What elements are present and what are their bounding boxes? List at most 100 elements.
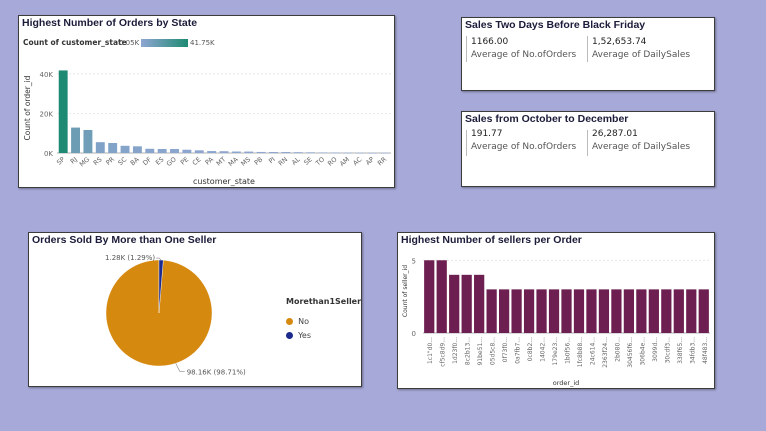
sellers-x-tick-label: 1d23f0...: [452, 337, 459, 364]
state-bar: [244, 151, 254, 153]
sellers-x-tick-label: 30456f6...: [627, 337, 634, 368]
state-bar: [83, 129, 93, 153]
sellers-x-tick-label: 48f483...: [702, 337, 709, 364]
state-x-tick-label: AL: [290, 155, 302, 167]
state-bar: [256, 151, 266, 153]
pie-data-label-no: 98.16K (98.71%): [187, 368, 246, 376]
state-bar: [170, 149, 179, 153]
state-x-tick-label: CE: [191, 155, 203, 167]
state-x-tick-label: PA: [204, 155, 216, 167]
sellers-x-tick-label: 24c614...: [589, 337, 596, 365]
sellers-x-tick-label: 14042...: [540, 337, 547, 362]
state-y-tick-label: 0K: [44, 150, 53, 158]
sellers-bar: [611, 289, 622, 333]
state-x-tick-label: DF: [141, 155, 153, 167]
pie-legend-title: Morethan1Seller: [286, 297, 362, 306]
sellers-y-tick-label: 0: [412, 330, 416, 338]
state-x-tick-label: BA: [129, 155, 141, 167]
oct-dec-divider: [466, 130, 467, 156]
sellers-bar: [573, 289, 585, 333]
sellers-bar: [511, 289, 522, 333]
sellers-bar: [523, 289, 535, 333]
sellers-y-axis-title: Count of seller_id: [402, 265, 409, 317]
state-bar: [343, 152, 353, 154]
sellers-bar: [436, 260, 447, 333]
sellers-bar: [648, 289, 659, 333]
black-friday-divider-2: [587, 36, 588, 62]
sellers-bar: [461, 274, 472, 333]
sellers-bar: [498, 289, 510, 333]
state-bar: [182, 149, 192, 153]
state-x-tick-label: TO: [313, 155, 326, 168]
state-x-tick-label: SP: [55, 155, 66, 166]
sellers-bar: [424, 260, 435, 333]
orders-by-state-tile[interactable]: Highest Number of Orders by State Count …: [18, 15, 395, 188]
black-friday-orders-value: 1166.00: [471, 37, 509, 47]
state-x-tick-label: SC: [117, 155, 129, 167]
sellers-bar: [561, 289, 572, 333]
state-bar: [120, 145, 130, 153]
state-x-tick-label: GO: [165, 155, 178, 168]
sellers-x-tick-label: 8c2b13...: [465, 337, 472, 365]
state-bar: [330, 152, 340, 154]
sellers-x-tick-label: 0c8b2...: [527, 337, 534, 361]
state-x-tick-label: RO: [326, 155, 339, 167]
multi-seller-pie-chart[interactable]: 98.16K (98.71%) 1.28K (1.29%): [29, 233, 363, 388]
black-friday-orders-label: Average of No.ofOrders: [471, 50, 577, 60]
state-bar: [108, 143, 118, 153]
state-x-tick-label: ES: [154, 155, 165, 166]
sellers-x-tick-label: 0f73f0...: [502, 337, 509, 362]
oct-dec-title: Sales from October to December: [465, 113, 629, 125]
sellers-bar: [449, 274, 460, 333]
sellers-x-tick-label: 1c1"d0...: [427, 337, 434, 364]
state-bar: [207, 151, 217, 153]
sellers-bar: [548, 289, 560, 333]
sellers-bar: [536, 289, 547, 333]
pie-legend-yes-item[interactable]: Yes: [286, 325, 311, 340]
sellers-x-tick-label: 30cdf3...: [664, 337, 671, 363]
multi-seller-pie-tile[interactable]: Orders Sold By More than One Seller 98.1…: [28, 232, 362, 387]
sellers-bar: [686, 289, 697, 333]
sellers-x-tick-label: 1b0f56...: [565, 337, 572, 364]
state-bar: [269, 152, 278, 153]
state-bar: [318, 152, 328, 154]
sellers-bar: [698, 289, 709, 333]
pie-legend-no-item[interactable]: No: [286, 311, 309, 326]
state-bar: [132, 146, 142, 153]
pie-legend-yes-label: Yes: [298, 331, 312, 340]
black-friday-divider: [466, 36, 467, 62]
state-bar: [157, 148, 167, 153]
sellers-x-tick-label: 306b4e...: [639, 337, 646, 366]
sellers-x-tick-label: 338f65...: [677, 337, 684, 364]
state-x-tick-label: MS: [239, 155, 252, 167]
oct-dec-divider-2: [587, 130, 588, 156]
state-x-tick-label: RN: [277, 155, 289, 167]
state-x-tick-label: AC: [351, 155, 363, 167]
state-bar: [231, 151, 241, 153]
state-x-tick-label: PB: [253, 155, 265, 167]
state-x-tick-label: AM: [338, 155, 351, 168]
oct-dec-sales-label: Average of DailySales: [592, 142, 691, 152]
sellers-x-tick-label: 1fc8b88...: [577, 337, 584, 367]
sellers-x-tick-label: 2b080...: [614, 337, 621, 362]
orders-by-state-chart[interactable]: 0K20K40KSP RJ MG RS PR SC BA DF ES GO PE CE PA MT MA MS…: [19, 16, 396, 189]
oct-dec-card[interactable]: Sales from October to December 191.77 Av…: [461, 111, 715, 187]
state-x-tick-label: PR: [104, 155, 116, 167]
black-friday-sales-value: 1,52,653.74: [592, 37, 647, 47]
black-friday-card[interactable]: Sales Two Days Before Black Friday 1166.…: [461, 17, 715, 91]
pie-legend-yes-dot: [286, 332, 293, 339]
sellers-per-order-tile[interactable]: Highest Number of sellers per Order 0 5 1c…: [397, 232, 715, 389]
sellers-x-tick-label: 34fdb3...: [689, 337, 696, 364]
state-x-tick-label: MT: [215, 155, 228, 167]
state-x-tick-label: PE: [179, 155, 190, 166]
sellers-x-axis-title: order_id: [553, 379, 580, 387]
sellers-x-tick-label: 3099d...: [652, 337, 659, 362]
state-bar: [145, 148, 155, 153]
sellers-x-tick-label: 05d5c8...: [490, 337, 497, 365]
oct-dec-orders-label: Average of No.ofOrders: [471, 142, 577, 152]
state-bar: [95, 142, 105, 153]
sellers-per-order-chart[interactable]: 0 5 1c1"d0... cf5c8d9... 1d23f0... 8c2b13... 9…: [398, 233, 716, 390]
state-y-axis-title: Count of order_id: [23, 75, 32, 140]
state-x-tick-label: RJ: [69, 155, 79, 165]
state-x-tick-label: PI: [267, 155, 277, 165]
